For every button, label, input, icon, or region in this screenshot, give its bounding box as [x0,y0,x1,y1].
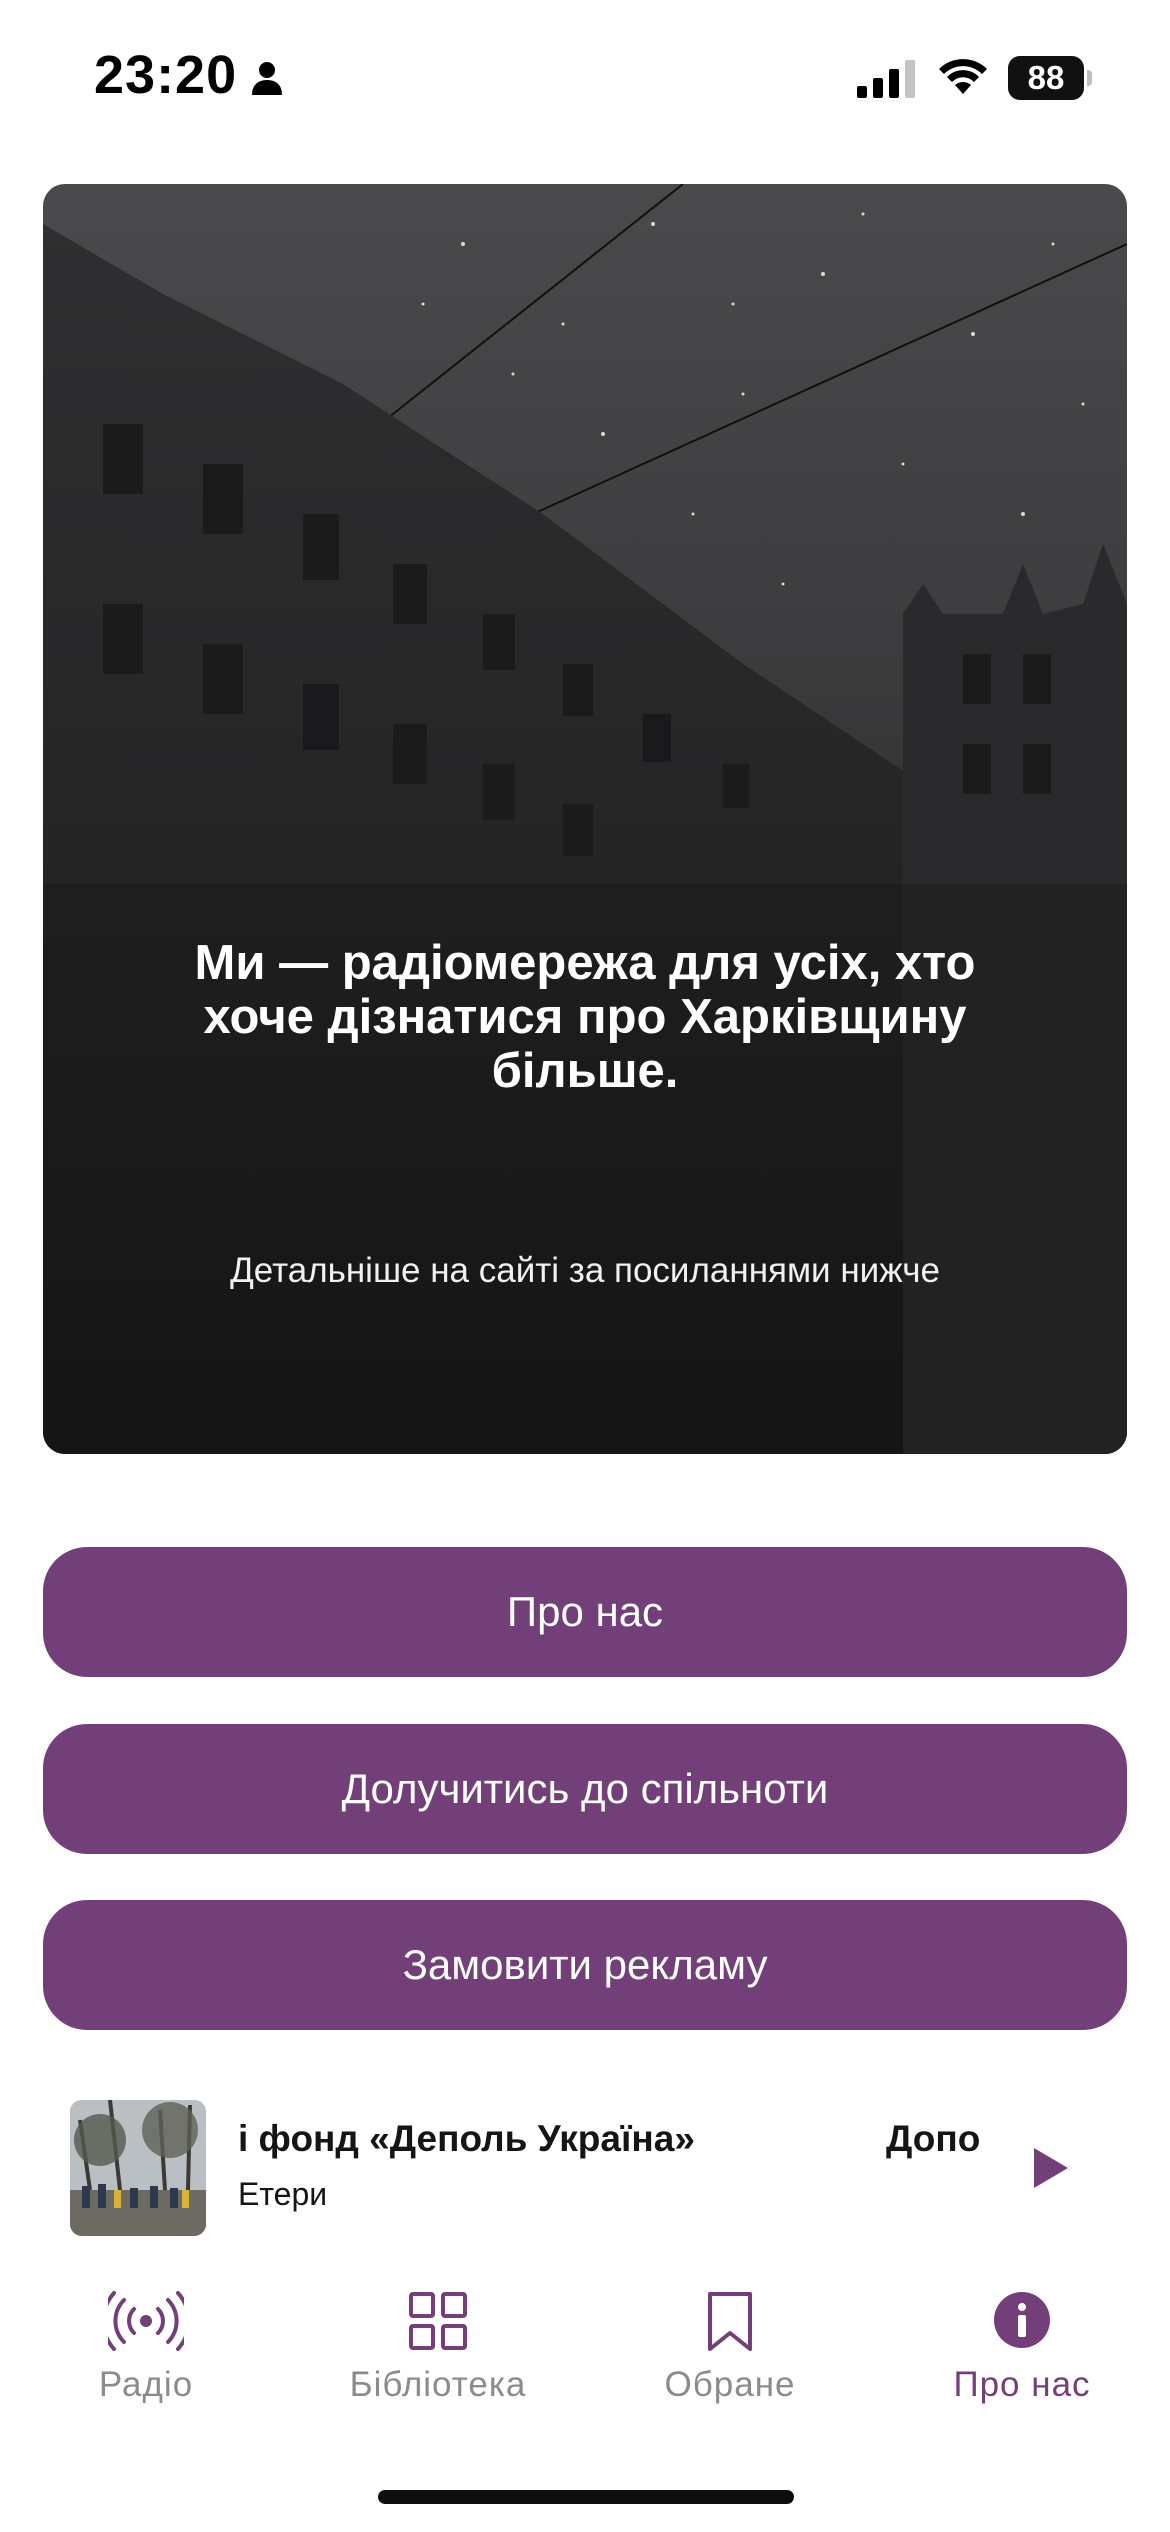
tab-favorites[interactable]: Обране [584,2253,876,2404]
signal-icon [857,60,915,98]
status-time: 23:20 [94,45,238,105]
battery-level: 88 [1008,56,1084,100]
wifi-icon [939,59,987,94]
tab-radio[interactable]: Радіо [0,2253,292,2404]
track-title: і фонд «Деполь Україна» [238,2118,695,2159]
radio-broadcast-icon [108,2291,184,2351]
about-screen: 23:20 88 Ми — радіомережа для усіх, хто … [0,0,1170,2532]
track-title-marquee: і фонд «Деполь Україна» Допо [238,2118,990,2178]
grid-icon [409,2292,467,2350]
mini-player[interactable]: і фонд «Деполь Україна» Допо Етери [0,2078,1170,2253]
status-bar: 23:20 88 [0,0,1170,150]
battery-cap [1087,70,1092,86]
join-community-button[interactable]: Долучитись до спільноти [43,1724,1127,1854]
track-title-next: Допо [886,2118,981,2159]
hero-subtitle: Детальніше на сайті за посиланнями нижче [230,1251,940,1290]
about-us-button[interactable]: Про нас [43,1547,1127,1677]
people-under-trees-photo [70,2100,206,2236]
tab-library-label: Бібліотека [349,2365,527,2404]
track-subtitle: Етери [238,2176,328,2212]
hero-title: Ми — радіомережа для усіх, хто хоче дізн… [194,936,976,1098]
person-icon [252,62,282,95]
tab-favorites-label: Обране [664,2365,796,2404]
tab-radio-label: Радіо [98,2365,194,2404]
play-icon[interactable] [1024,2142,1076,2194]
home-indicator[interactable] [378,2490,794,2504]
order-advertising-button[interactable]: Замовити рекламу [43,1900,1127,2030]
tab-bar: Радіо Бібліотека Обране Про нас [0,2253,1170,2532]
bookmark-icon [708,2292,752,2351]
tab-about[interactable]: Про нас [876,2253,1168,2404]
tab-about-label: Про нас [953,2365,1091,2404]
tab-library[interactable]: Бібліотека [292,2253,584,2404]
info-icon [994,2292,1050,2348]
hero-card: Ми — радіомережа для усіх, хто хоче дізн… [43,184,1127,1454]
battery-icon: 88 [1008,56,1092,100]
